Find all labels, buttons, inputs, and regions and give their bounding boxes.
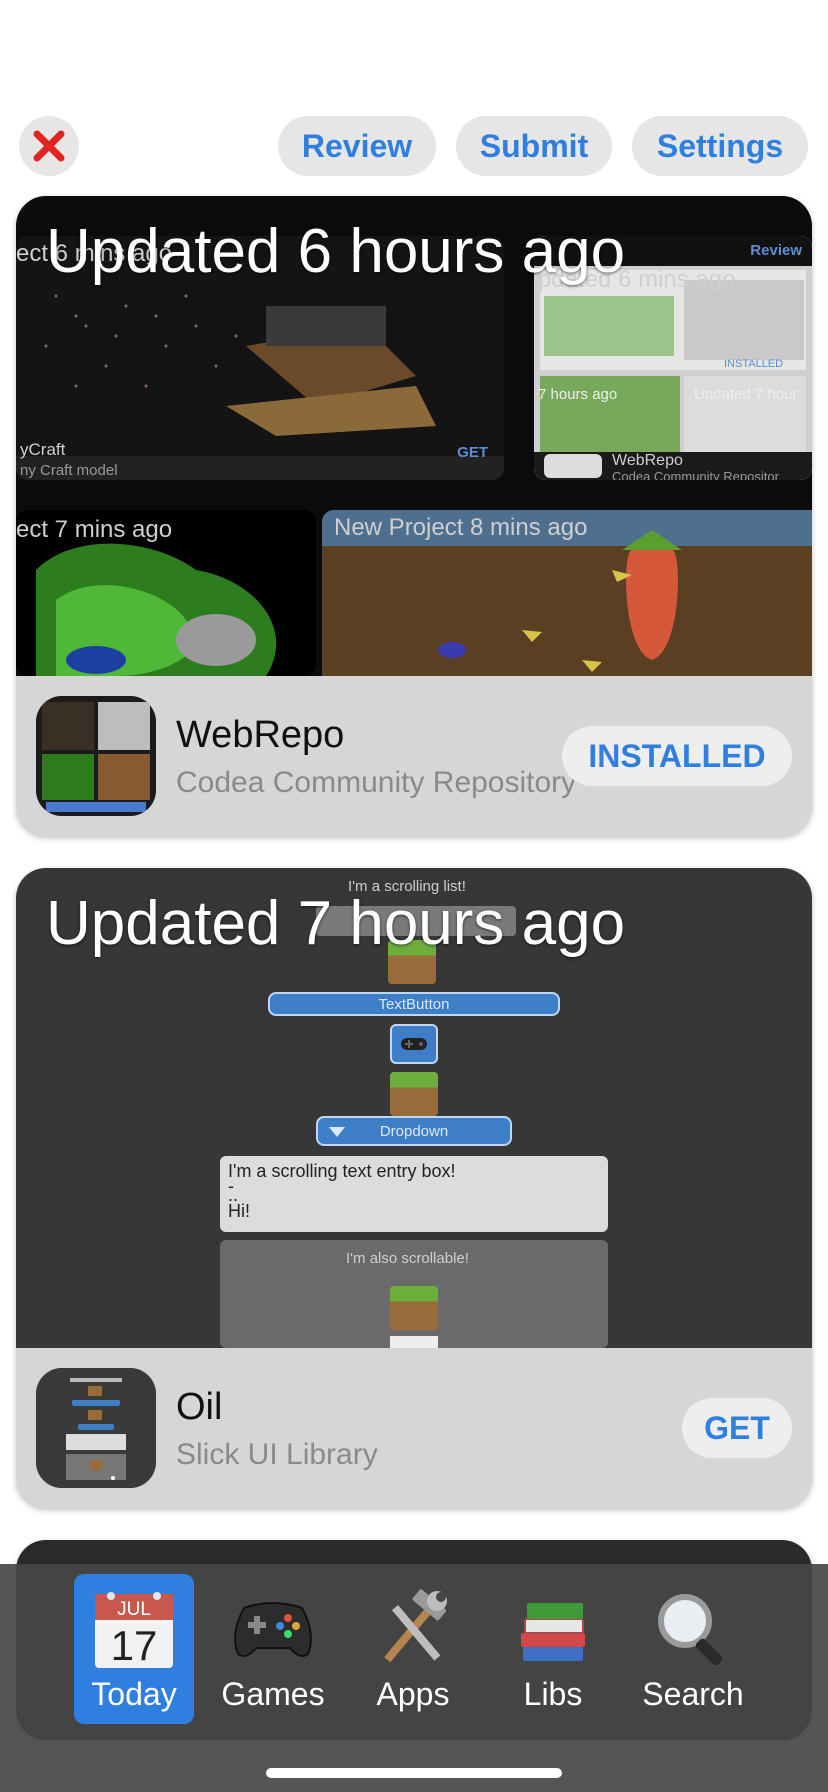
tile-app-subtitle: ny Craft model <box>20 462 118 479</box>
tile-app-name: WebRepo <box>612 452 683 469</box>
calendar-icon: JUL 17 <box>89 1584 179 1674</box>
tile-small-label: 7 hours ago <box>538 386 618 403</box>
home-indicator[interactable] <box>266 1768 562 1778</box>
card-hero-image: I'm a scrolling list! TextButton Dropdow… <box>16 868 812 1348</box>
textbox-line: I'm a scrolling text entry box! <box>228 1161 456 1181</box>
hammer-wrench-icon <box>368 1584 458 1674</box>
textbox-line: .. <box>228 1185 239 1205</box>
grass-block-icon <box>390 1286 438 1330</box>
card-headline: Updated 7 hours ago <box>46 889 626 958</box>
installed-button[interactable]: INSTALLED <box>562 726 792 786</box>
tile-review-badge: Review <box>750 242 802 259</box>
app-name: Oil <box>176 1386 223 1428</box>
dropdown-label: Dropdown <box>379 1122 449 1140</box>
card-footer: Oil Slick UI Library GET <box>16 1348 812 1508</box>
scroll-box-mock: I'm also scrollable! <box>220 1240 608 1348</box>
settings-button[interactable]: Settings <box>632 116 808 176</box>
tab-today[interactable]: JUL 17 Today <box>74 1574 194 1724</box>
grass-block-icon <box>390 1072 438 1116</box>
partial-block <box>390 1336 438 1348</box>
card-headline: Updated 6 hours ago <box>46 217 626 286</box>
top-bar: Review Submit Settings <box>0 116 828 176</box>
review-button[interactable]: Review <box>278 116 436 176</box>
tab-label: Games <box>221 1676 325 1712</box>
submit-button[interactable]: Submit <box>456 116 612 176</box>
app-name: WebRepo <box>176 714 345 756</box>
card-hero-image: yCraft ny Craft model GET ect 6 mins ago… <box>16 196 812 676</box>
tile-get-label: GET <box>457 444 488 461</box>
tile-small-label: Updated 7 hour <box>694 386 798 403</box>
webrepo-icon-graphic <box>36 696 156 816</box>
tile-installed-label: INSTALLED <box>724 358 784 370</box>
app-subtitle: Codea Community Repository <box>176 766 577 799</box>
tab-bar: JUL 17 Today Games Apps Libs Search <box>0 1564 828 1792</box>
tile-timestamp: New Project 8 mins ago <box>334 514 588 541</box>
oil-icon-graphic <box>36 1368 156 1488</box>
calendar-day: 17 <box>111 1622 158 1669</box>
app-card-webrepo[interactable]: yCraft ny Craft model GET ect 6 mins ago… <box>16 196 812 836</box>
dropdown-mock: Dropdown <box>316 1116 512 1146</box>
dropdown-arrow-icon <box>329 1127 345 1137</box>
app-card-oil[interactable]: I'm a scrolling list! TextButton Dropdow… <box>16 868 812 1508</box>
gamepad-icon <box>228 1584 318 1674</box>
oil-app-icon <box>36 1368 156 1488</box>
books-icon <box>508 1584 598 1674</box>
textbox-line: - <box>228 1176 234 1196</box>
calendar-month: JUL <box>117 1599 151 1620</box>
scrollable-label: I'm also scrollable! <box>346 1250 469 1267</box>
text-entry-box-mock: I'm a scrolling text entry box! - .. Hi! <box>220 1156 608 1232</box>
tile-timestamp: ect 7 mins ago <box>16 516 173 543</box>
tab-search[interactable]: Search <box>633 1574 753 1724</box>
tile-app-subtitle: Codea Community Repositor <box>612 469 779 480</box>
textbox-line: Hi! <box>228 1201 250 1221</box>
tile-app-name: yCraft <box>20 440 66 459</box>
tab-label: Apps <box>376 1676 450 1712</box>
tab-libs[interactable]: Libs <box>493 1574 613 1724</box>
text-button-mock: TextButton <box>268 992 560 1016</box>
magnifying-glass-icon <box>648 1584 738 1674</box>
get-button[interactable]: GET <box>682 1398 792 1458</box>
tab-games[interactable]: Games <box>213 1574 333 1724</box>
tab-label: Libs <box>523 1676 583 1712</box>
webrepo-app-icon <box>36 696 156 816</box>
screenshot-tile: New Project 8 mins ago <box>322 510 812 676</box>
gamepad-icon <box>390 1024 438 1064</box>
close-x-icon <box>33 130 65 162</box>
tab-label: Search <box>642 1676 744 1712</box>
card-footer: WebRepo Codea Community Repository INSTA… <box>16 676 812 836</box>
tab-apps[interactable]: Apps <box>353 1574 473 1724</box>
tab-label: Today <box>91 1676 177 1712</box>
close-button[interactable] <box>19 116 79 176</box>
app-subtitle: Slick UI Library <box>176 1438 378 1471</box>
screenshot-tile: ect 7 mins ago <box>16 510 316 676</box>
